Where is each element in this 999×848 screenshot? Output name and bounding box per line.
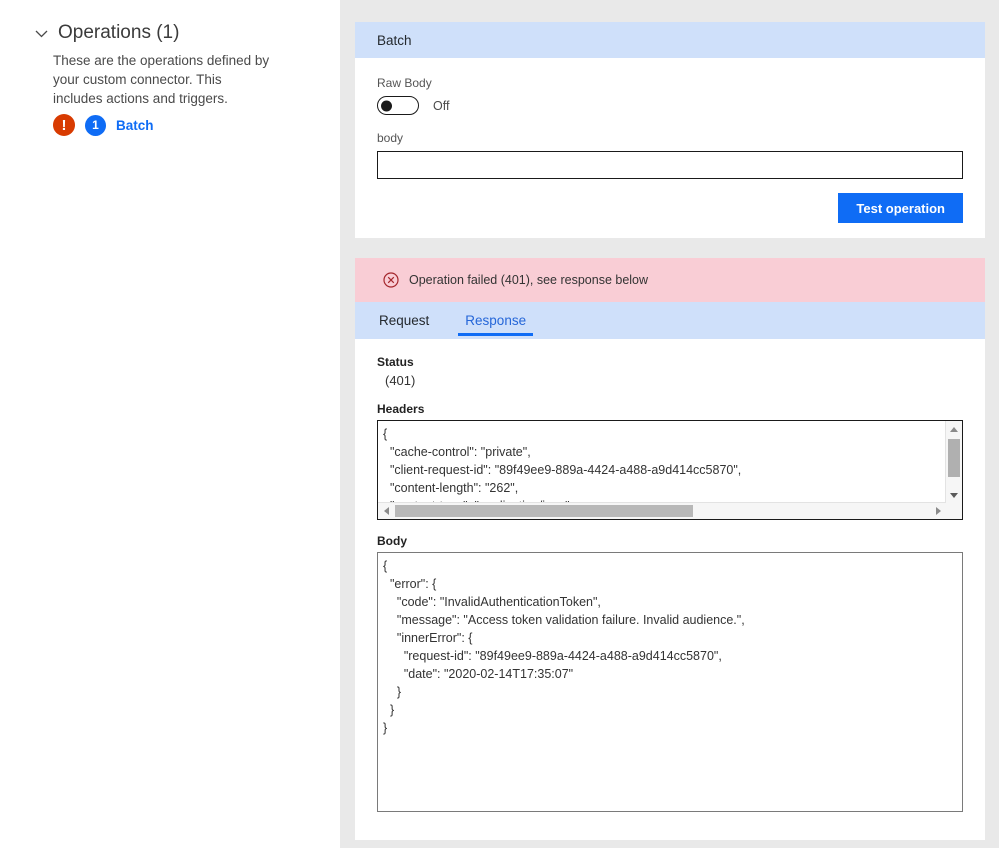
error-banner: Operation failed (401), see response bel…	[355, 258, 985, 302]
headers-vertical-scrollbar[interactable]	[945, 421, 962, 503]
headers-horizontal-scrollbar[interactable]	[378, 502, 946, 519]
content-region: Batch Raw Body Off body Test operation O…	[340, 0, 999, 848]
raw-body-toggle-row: Off	[377, 96, 963, 115]
vertical-scroll-thumb[interactable]	[948, 439, 960, 477]
batch-panel-header: Batch	[355, 22, 985, 58]
body-input[interactable]	[377, 151, 963, 179]
scroll-up-arrow-icon[interactable]	[946, 421, 962, 437]
operations-sidebar: Operations (1) These are the operations …	[0, 0, 340, 848]
headers-label: Headers	[377, 402, 425, 416]
horizontal-scroll-thumb[interactable]	[395, 505, 693, 517]
test-operation-button[interactable]: Test operation	[838, 193, 963, 223]
batch-panel-title: Batch	[377, 32, 412, 48]
operations-section-header[interactable]: Operations (1)	[34, 22, 179, 44]
app-root: Operations (1) These are the operations …	[0, 0, 999, 848]
status-value: (401)	[385, 373, 416, 388]
response-body-text: { "error": { "code": "InvalidAuthenticat…	[383, 559, 745, 735]
operation-count-badge: 1	[85, 114, 106, 136]
raw-body-toggle-state: Off	[433, 98, 450, 113]
headers-textarea[interactable]: { "cache-control": "private", "client-re…	[377, 420, 963, 520]
raw-body-label: Raw Body	[377, 76, 432, 90]
error-exclamation-icon: !	[53, 114, 75, 136]
operation-link-batch[interactable]: Batch	[116, 118, 154, 133]
toggle-knob-icon	[381, 100, 392, 111]
status-label: Status	[377, 355, 414, 369]
tab-request[interactable]: Request	[361, 302, 447, 339]
headers-text: { "cache-control": "private", "client-re…	[383, 427, 742, 503]
error-circle-x-icon	[383, 272, 399, 288]
scrollbar-corner	[946, 503, 962, 519]
chevron-down-icon[interactable]	[34, 26, 49, 41]
error-banner-message: Operation failed (401), see response bel…	[409, 273, 649, 287]
operation-list-item-batch[interactable]: ! 1 Batch	[53, 114, 154, 136]
batch-panel-body: Raw Body Off body Test operation	[355, 58, 985, 223]
batch-operation-panel: Batch Raw Body Off body Test operation	[355, 22, 985, 238]
scroll-right-arrow-icon[interactable]	[930, 503, 946, 519]
tab-response[interactable]: Response	[447, 302, 544, 339]
operations-title: Operations (1)	[58, 22, 180, 43]
batch-actions: Test operation	[377, 193, 963, 223]
scroll-left-arrow-icon[interactable]	[378, 503, 394, 519]
body-field-label: body	[377, 131, 404, 145]
response-content: Status (401) Headers { "cache-control": …	[355, 339, 985, 812]
scroll-down-arrow-icon[interactable]	[946, 487, 962, 503]
response-body-textarea[interactable]: { "error": { "code": "InvalidAuthenticat…	[377, 552, 963, 812]
body-section-label: Body	[377, 534, 407, 548]
response-panel: Operation failed (401), see response bel…	[355, 258, 985, 840]
operations-description: These are the operations defined by your…	[53, 53, 270, 106]
raw-body-toggle[interactable]	[377, 96, 419, 115]
response-tabstrip: Request Response	[355, 302, 985, 339]
